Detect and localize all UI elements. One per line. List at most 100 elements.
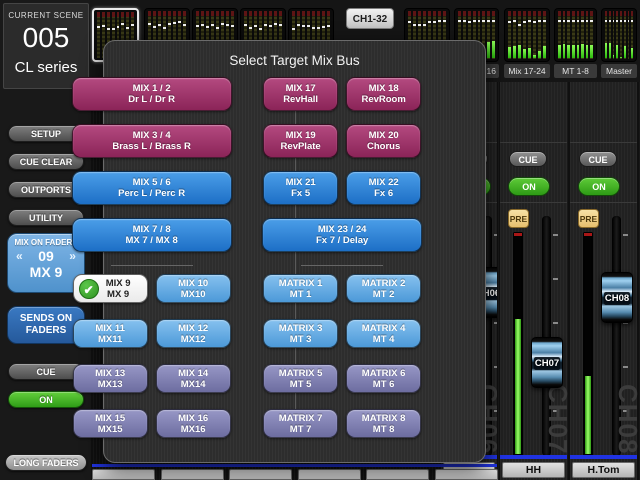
prev-mix-icon[interactable]: « [16, 249, 23, 263]
mix-bus-mix-5-6-button[interactable]: MIX 5 / 6Perc L / Perc R [72, 171, 232, 205]
mix-bus-mix-9-button[interactable]: ✔MIX 9MX 9 [73, 274, 148, 303]
meter-dash [121, 23, 124, 25]
cue-button[interactable]: CUE [579, 151, 617, 167]
meter-red-cap [586, 11, 589, 16]
channel-meter [513, 232, 523, 456]
mix-bus-mix-13-button[interactable]: MIX 13MX13 [73, 364, 148, 393]
meter-red-cap [482, 11, 485, 16]
fader-knob[interactable]: CH08 [601, 272, 633, 323]
mix-bus-mix-21-button[interactable]: MIX 21Fx 5 [263, 171, 338, 205]
meter-red-cap [163, 11, 166, 16]
meter-dash [613, 20, 615, 22]
pre-indicator[interactable]: PRE [508, 209, 529, 228]
meter-column [567, 11, 570, 59]
cue-clear-button[interactable]: CUE CLEAR [8, 153, 84, 170]
mix-bus-matrix-2-button[interactable]: MATRIX 2MT 2 [346, 274, 421, 303]
meter-dash [216, 27, 219, 29]
mix-bus-mix-16-button[interactable]: MIX 16MX16 [156, 409, 231, 438]
mix-bus-mix-12-button[interactable]: MIX 12MX12 [156, 319, 231, 348]
meter-red-cap [628, 11, 630, 16]
meter-block[interactable] [554, 8, 597, 62]
mix-bus-matrix-7-button[interactable]: MATRIX 7MT 7 [263, 409, 338, 438]
hidden-channel-label[interactable] [435, 469, 498, 480]
channel-name-label[interactable]: HH [502, 462, 565, 478]
meter-block[interactable] [601, 8, 637, 62]
on-button[interactable]: ON [578, 177, 620, 196]
hidden-channel-label[interactable] [366, 469, 429, 480]
button-line2: MT 4 [347, 334, 420, 345]
meter-dash [433, 21, 436, 23]
mix-bus-mix-3-4-button[interactable]: MIX 3 / 4Brass L / Brass R [72, 124, 232, 158]
button-line2: Brass L / Brass R [73, 141, 231, 152]
long-faders-button[interactable]: LONG FADERS [5, 454, 87, 471]
mix-bus-matrix-6-button[interactable]: MATRIX 6MT 6 [346, 364, 421, 393]
meter-columns [604, 11, 634, 59]
dialog-button-row: MIX 21Fx 5MIX 22Fx 6 [263, 171, 421, 205]
mix-bus-mix-10-button[interactable]: MIX 10MX10 [156, 274, 231, 303]
meter-red-cap [408, 11, 411, 16]
meter-red-cap [148, 11, 151, 16]
mix-bus-mix-20-button[interactable]: MIX 20Chorus [346, 124, 421, 158]
meter-dash [473, 20, 476, 22]
meter-red-cap [609, 11, 611, 16]
on-button[interactable]: ON [508, 177, 550, 196]
channel-name-label[interactable]: H.Tom [572, 462, 635, 478]
meter-block-label: MT 1-8 [554, 64, 597, 78]
fader-tick [494, 234, 497, 236]
meter-green-bar [513, 46, 516, 58]
fader-knob[interactable]: CH07 [531, 337, 563, 388]
meter-dash [624, 20, 626, 22]
button-line1: MIX 7 / 8 [73, 224, 231, 235]
mix-bus-mix-19-button[interactable]: MIX 19RevPlate [263, 124, 338, 158]
channel-bank-button[interactable]: CH1-32 [346, 8, 394, 29]
meter-dash [620, 20, 622, 22]
sidebar-on-button[interactable]: ON [8, 391, 84, 408]
mix-bus-mix-14-button[interactable]: MIX 14MX14 [156, 364, 231, 393]
mix-bus-matrix-8-button[interactable]: MATRIX 8MT 8 [346, 409, 421, 438]
mix-bus-matrix-5-button[interactable]: MATRIX 5MT 5 [263, 364, 338, 393]
meter-block[interactable] [504, 8, 550, 62]
hidden-channel-label[interactable] [161, 469, 224, 480]
meter-dash [178, 21, 181, 23]
mix-bus-mix-1-2-button[interactable]: MIX 1 / 2Dr L / Dr R [72, 77, 232, 111]
button-line2: MT 8 [347, 424, 420, 435]
button-line2: Perc L / Perc R [73, 188, 231, 199]
meter-dash [528, 20, 531, 22]
next-mix-icon[interactable]: » [69, 249, 76, 263]
mix-bus-mix-23-24-button[interactable]: MIX 23 / 24Fx 7 / Delay [262, 218, 422, 252]
hidden-channel-label[interactable] [298, 469, 361, 480]
meter-dash [508, 21, 511, 23]
button-line1: MATRIX 1 [264, 278, 337, 289]
meter-red-cap [196, 11, 199, 16]
mix-bus-matrix-4-button[interactable]: MATRIX 4MT 4 [346, 319, 421, 348]
meter-red-cap [279, 11, 282, 16]
mix-bus-matrix-3-button[interactable]: MATRIX 3MT 3 [263, 319, 338, 348]
cue-button[interactable]: CUE [509, 151, 547, 167]
fader-tick [494, 322, 497, 324]
meter-red-cap [126, 12, 129, 17]
hidden-channel-label[interactable] [92, 469, 155, 480]
button-line2: Fx 5 [264, 188, 337, 199]
mix-bus-mix-11-button[interactable]: MIX 11MX11 [73, 319, 148, 348]
dialog-button-row: MIX 15MX15 MIX 16MX16 [73, 409, 231, 438]
meter-red-cap [297, 11, 300, 16]
meter-dash [463, 20, 466, 22]
meter-green-bar [563, 44, 566, 58]
mix-bus-mix-17-button[interactable]: MIX 17RevHall [263, 77, 338, 111]
mix-bus-mix-7-8-button[interactable]: MIX 7 / 8MX 7 / MX 8 [72, 218, 232, 252]
fader-tick [553, 278, 558, 280]
strip-divider [500, 142, 567, 143]
mix-bus-mix-15-button[interactable]: MIX 15MX15 [73, 409, 148, 438]
mix-bus-mix-22-button[interactable]: MIX 22Fx 6 [346, 171, 421, 205]
meter-column [558, 11, 561, 59]
mix-bus-mix-18-button[interactable]: MIX 18RevRoom [346, 77, 421, 111]
mix-bus-matrix-1-button[interactable]: MATRIX 1MT 1 [263, 274, 338, 303]
fader-tick [553, 322, 558, 324]
pre-indicator[interactable]: PRE [578, 209, 599, 228]
meter-red-cap [458, 11, 461, 16]
meter-column [609, 11, 611, 59]
hidden-channel-label[interactable] [229, 469, 292, 480]
meter-dash [538, 20, 541, 22]
meter-dash [408, 21, 411, 23]
meter-red-cap [249, 11, 252, 16]
